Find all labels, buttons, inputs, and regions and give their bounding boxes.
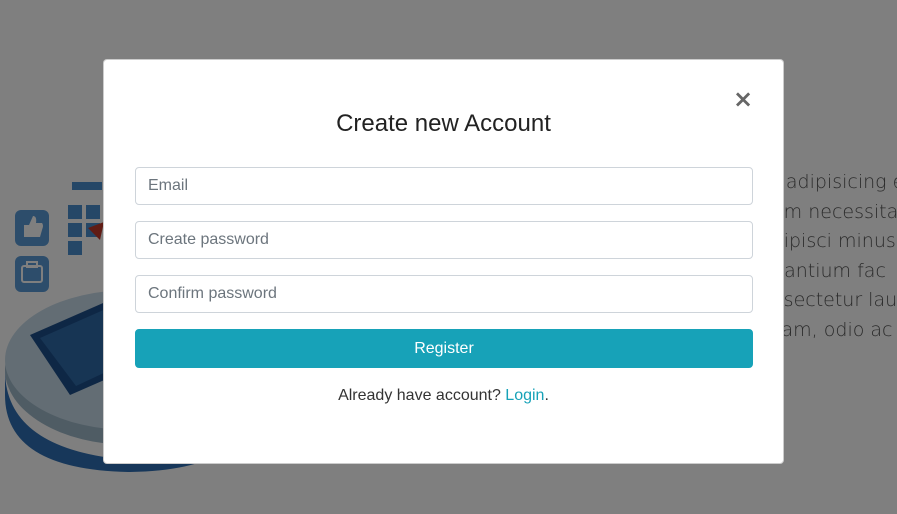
confirm-password-input[interactable]: [135, 275, 753, 313]
login-link[interactable]: Login: [505, 387, 544, 404]
email-input[interactable]: [135, 167, 753, 205]
register-button[interactable]: Register: [135, 329, 753, 368]
modal-title: Create new Account: [336, 110, 551, 137]
create-password-input[interactable]: [135, 221, 753, 259]
login-prompt: Already have account? Login.: [104, 387, 783, 405]
register-modal: × Create new Account Register Already ha…: [103, 59, 784, 464]
close-icon[interactable]: ×: [733, 87, 753, 111]
login-prompt-suffix: .: [544, 387, 549, 404]
login-prompt-text: Already have account?: [338, 387, 506, 404]
